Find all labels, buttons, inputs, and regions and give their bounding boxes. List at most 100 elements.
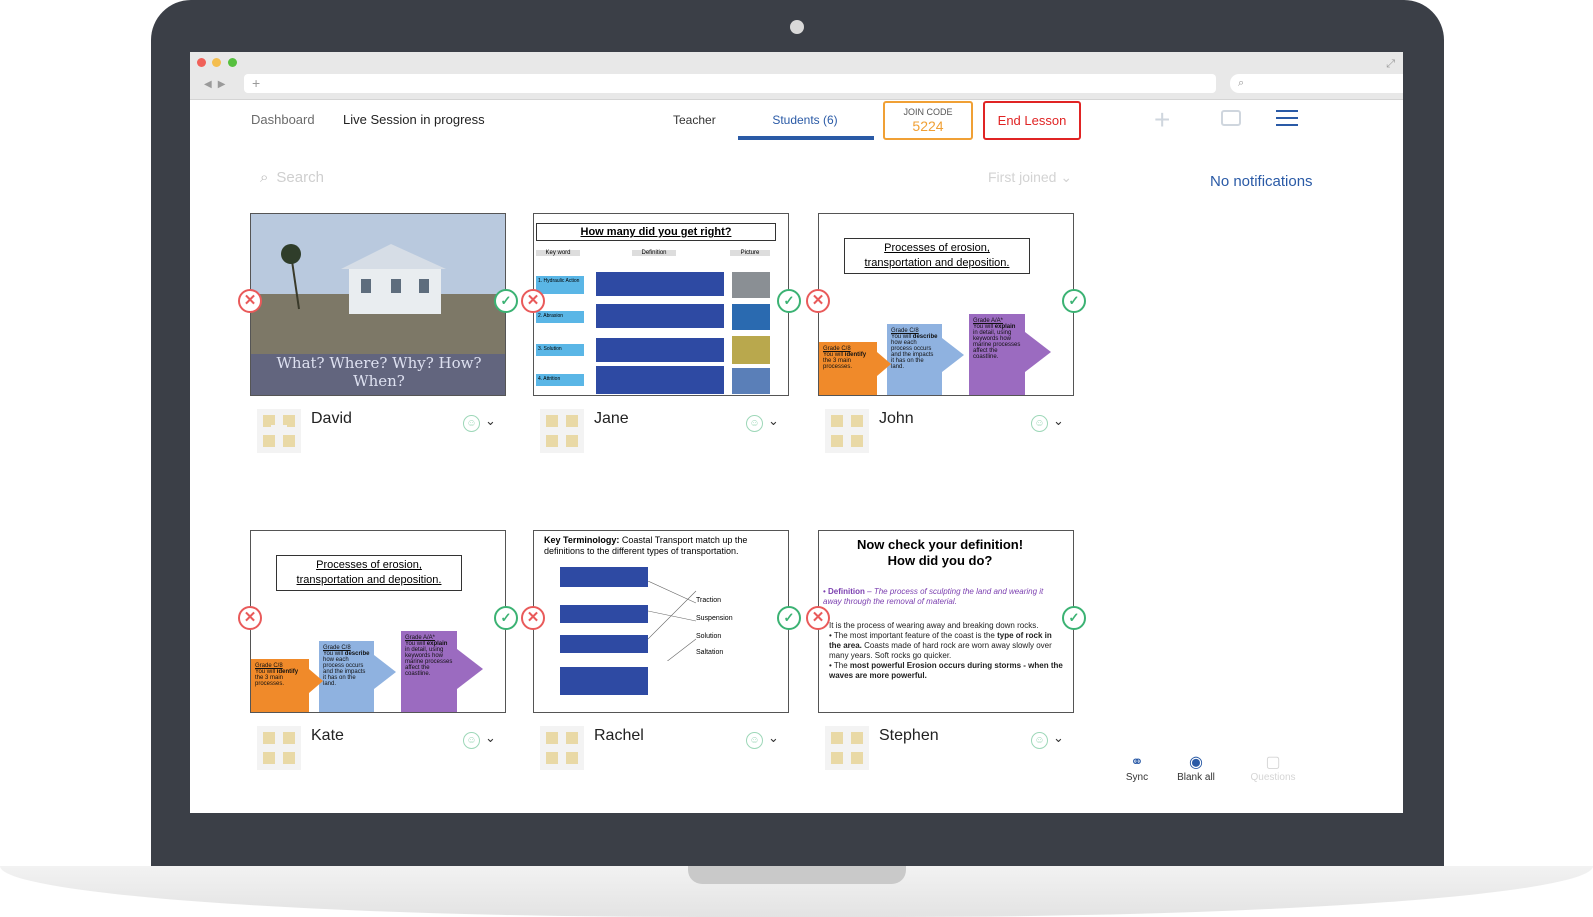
screen: ◀▶ + ⌕ ⤢ Dashboard Live Session in progr…	[190, 52, 1403, 813]
definition-text: • Definition – The process of sculpting …	[823, 587, 1044, 606]
reject-button[interactable]: ✕	[806, 606, 830, 630]
session-status: Live Session in progress	[343, 112, 485, 127]
chevron-down-icon[interactable]: ⌄	[1053, 730, 1064, 746]
smiley-icon[interactable]: ☺	[1031, 732, 1048, 749]
grade-box-identify: Grade C/8 You will identify the 3 main p…	[819, 342, 877, 395]
slide-title: Processes of erosion, transportation and…	[276, 555, 462, 591]
bullet-item: • The most powerful Erosion occurs durin…	[829, 661, 1063, 680]
smiley-icon[interactable]: ☺	[463, 732, 480, 749]
sort-selected-value: First joined	[988, 169, 1057, 185]
smiley-icon[interactable]: ☺	[746, 415, 763, 432]
arrow-right-icon	[374, 655, 396, 689]
grade-text: how each process occurs and the impacts …	[891, 340, 934, 370]
picture-thumbnail	[732, 272, 770, 298]
grade-text: in detail, using keywords how marine pro…	[973, 330, 1021, 360]
notifications-text: No notifications	[1210, 173, 1313, 190]
student-slide[interactable]: Key Terminology: Coastal Transport match…	[533, 530, 789, 713]
smiley-icon[interactable]: ☺	[1031, 415, 1048, 432]
slide-title-line1: Processes of erosion,	[884, 242, 990, 254]
reject-button[interactable]: ✕	[806, 289, 830, 313]
tab-students[interactable]: Students (6)	[738, 113, 872, 127]
sync-button[interactable]: ⚭ Sync	[1107, 752, 1167, 783]
blank-all-label: Blank all	[1177, 772, 1215, 783]
chevron-down-icon: ⌄	[1056, 169, 1073, 185]
bullet-item: • The most important feature of the coas…	[829, 631, 1052, 660]
chevron-down-icon[interactable]: ⌄	[1053, 413, 1064, 429]
sort-select[interactable]: First joined ⌄	[988, 169, 1072, 186]
chevron-down-icon[interactable]: ⌄	[485, 730, 496, 746]
avatar	[825, 726, 869, 770]
approve-button[interactable]: ✓	[1062, 606, 1086, 630]
grade-text: how each process occurs and the impacts …	[323, 657, 366, 687]
questions-label: Questions	[1250, 772, 1296, 783]
blank-all-button[interactable]: ◉ Blank all	[1166, 752, 1226, 783]
grade-box-identify: Grade C/8 You will identify the 3 main p…	[251, 659, 309, 712]
student-name: Rachel	[594, 727, 644, 744]
term-label: Traction	[696, 597, 722, 604]
col-header: Picture	[730, 250, 770, 256]
picture-thumbnail	[732, 304, 770, 330]
definition-box	[596, 304, 724, 328]
sync-label: Sync	[1125, 772, 1149, 783]
approve-button[interactable]: ✓	[494, 606, 518, 630]
message-icon[interactable]	[1221, 110, 1241, 126]
approve-button[interactable]: ✓	[1062, 289, 1086, 313]
definition-box	[560, 567, 648, 587]
join-code-label: JOIN CODE	[903, 107, 953, 117]
add-icon[interactable]: +	[1154, 104, 1170, 136]
bullet-list: It is the process of wearing away and br…	[829, 621, 1063, 681]
student-slide[interactable]: Now check your definition! How did you d…	[818, 530, 1074, 713]
avatar	[257, 409, 301, 453]
student-name: David	[311, 410, 352, 427]
minimize-window-button[interactable]	[212, 58, 221, 67]
approve-button[interactable]: ✓	[777, 289, 801, 313]
student-name: Stephen	[879, 727, 939, 744]
avatar	[540, 726, 584, 770]
row-label: 2. Abrasion	[536, 311, 584, 323]
maximize-window-button[interactable]	[228, 58, 237, 67]
search-icon: ⌕	[260, 169, 269, 186]
grade-text: the 3 main processes.	[823, 358, 853, 370]
search-placeholder: Search	[276, 169, 324, 186]
laptop-notch	[688, 866, 906, 884]
col-header: Key word	[536, 250, 580, 256]
chevron-down-icon[interactable]: ⌄	[485, 413, 496, 429]
questions-button[interactable]: ▢ Questions	[1243, 752, 1303, 783]
address-bar[interactable]: +	[244, 74, 1216, 93]
chevron-down-icon[interactable]: ⌄	[768, 730, 779, 746]
hamburger-menu-icon[interactable]	[1276, 110, 1298, 131]
term-label: Suspension	[696, 615, 733, 622]
smiley-icon[interactable]: ☺	[463, 415, 480, 432]
slide-title: Key Terminology:	[544, 535, 620, 545]
back-forward-icon[interactable]: ◀▶	[204, 79, 231, 90]
smiley-icon[interactable]: ☺	[746, 732, 763, 749]
grade-box-describe: Grade C/8 You will describe how each pro…	[887, 324, 942, 395]
student-slide[interactable]: Processes of erosion, transportation and…	[818, 213, 1074, 396]
question-icon: ▢	[1265, 754, 1281, 771]
end-lesson-button[interactable]: End Lesson	[983, 101, 1081, 140]
reject-button[interactable]: ✕	[521, 606, 545, 630]
fullscreen-icon[interactable]: ⤢	[1386, 58, 1395, 71]
dashboard-link[interactable]: Dashboard	[251, 112, 315, 127]
picture-thumbnail	[732, 336, 770, 364]
student-slide[interactable]: Processes of erosion, transportation and…	[250, 530, 506, 713]
browser-search-bar[interactable]: ⌕	[1230, 74, 1403, 93]
reject-button[interactable]: ✕	[521, 289, 545, 313]
link-icon: ⚭	[1130, 754, 1144, 771]
chevron-down-icon[interactable]: ⌄	[768, 413, 779, 429]
approve-button[interactable]: ✓	[777, 606, 801, 630]
definition-box	[560, 635, 648, 653]
student-slide[interactable]: How many did you get right? Key word Def…	[533, 213, 789, 396]
slide-title: Now check your definition! How did you d…	[819, 537, 1061, 569]
definition-box	[596, 272, 724, 296]
student-card: Processes of erosion, transportation and…	[238, 530, 518, 780]
tab-teacher[interactable]: Teacher	[673, 113, 716, 127]
approve-button[interactable]: ✓	[494, 289, 518, 313]
student-search[interactable]: ⌕ Search	[260, 169, 324, 186]
reject-button[interactable]: ✕	[238, 289, 262, 313]
student-slide[interactable]: What? Where? Why? How? When?	[250, 213, 506, 396]
close-window-button[interactable]	[197, 58, 206, 67]
new-tab-icon[interactable]: +	[252, 75, 260, 91]
reject-button[interactable]: ✕	[238, 606, 262, 630]
row-label: 1. Hydraulic Action	[536, 276, 584, 294]
